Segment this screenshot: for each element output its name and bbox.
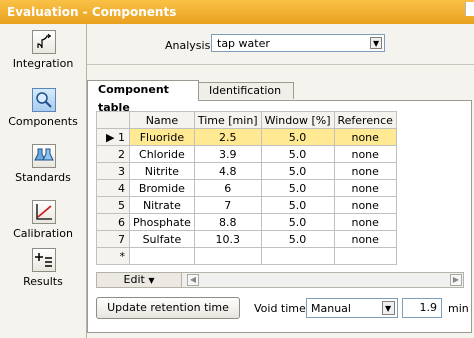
row-header[interactable]: 4 (96, 179, 130, 197)
update-retention-time-button[interactable]: Update retention time (96, 297, 240, 319)
current-row-arrow-icon: ▶ (106, 130, 115, 144)
horizontal-scrollbar[interactable]: Edit ▼ ◀ ▶ (96, 272, 464, 288)
sidebar: Integration Components Standards Calibra… (0, 24, 87, 338)
results-icon (32, 248, 56, 272)
column-header-name[interactable]: Name (129, 111, 195, 129)
analysis-dropdown[interactable]: tap water ▼ (211, 34, 385, 52)
chevron-down-icon: ▼ (148, 276, 155, 285)
cell-name[interactable]: Phosphate (129, 213, 195, 231)
component-table[interactable]: Name Time [min] Window [%] Reference ▶ 1… (96, 111, 397, 265)
row-header[interactable]: 5 (96, 196, 130, 214)
table-row[interactable]: 2 Chloride 3.9 5.0 none (96, 145, 397, 163)
window-title: Evaluation - Components (7, 5, 177, 19)
cell-window[interactable]: 5.0 (260, 179, 335, 197)
sidebar-item-standards[interactable]: Standards (0, 138, 86, 198)
separator (87, 64, 474, 65)
cell-reference[interactable]: none (333, 213, 397, 231)
cell-window[interactable]: 5.0 (260, 230, 335, 248)
column-header-window[interactable]: Window [%] (260, 111, 335, 129)
row-header[interactable]: 6 (96, 213, 130, 231)
new-row-marker[interactable]: * (96, 247, 130, 265)
component-table-panel: Name Time [min] Window [%] Reference ▶ 1… (87, 100, 472, 333)
cell-reference[interactable]: none (333, 179, 397, 197)
chevron-down-icon[interactable]: ▼ (382, 301, 395, 315)
cell-name[interactable]: Nitrate (129, 196, 195, 214)
tab-component-table[interactable]: Component table (87, 80, 199, 114)
cell-window[interactable]: 5.0 (260, 128, 335, 146)
table-row[interactable]: 4 Bromide 6 5.0 none (96, 179, 397, 197)
sidebar-item-label: Integration (12, 57, 74, 70)
cell-window[interactable]: 5.0 (260, 213, 335, 231)
tab-identification[interactable]: Identification (198, 82, 294, 99)
cell-time[interactable]: 4.8 (193, 162, 262, 180)
cell-name[interactable]: Chloride (129, 145, 195, 163)
sidebar-item-label: Results (23, 275, 63, 288)
row-header[interactable]: 7 (96, 230, 130, 248)
cell-name[interactable]: Nitrite (129, 162, 195, 180)
cell-time[interactable]: 7 (193, 196, 262, 214)
sidebar-item-results[interactable]: Results (0, 242, 86, 302)
cell-reference[interactable]: none (333, 230, 397, 248)
table-row[interactable]: 6 Phosphate 8.8 5.0 none (96, 213, 397, 231)
table-row[interactable]: 7 Sulfate 10.3 5.0 none (96, 230, 397, 248)
cell-reference[interactable]: none (333, 128, 397, 146)
analysis-value: tap water (217, 37, 270, 50)
void-time-mode-dropdown[interactable]: Manual ▼ (306, 298, 398, 318)
table-row[interactable]: 5 Nitrate 7 5.0 none (96, 196, 397, 214)
void-time-input[interactable]: 1.9 (402, 298, 442, 318)
window-corner-control[interactable] (465, 2, 474, 16)
sidebar-item-label: Components (8, 115, 78, 128)
void-time-mode-value: Manual (311, 302, 351, 315)
cell-window[interactable]: 5.0 (260, 196, 335, 214)
title-bar: Evaluation - Components (0, 0, 474, 25)
table-row[interactable]: 3 Nitrite 4.8 5.0 none (96, 162, 397, 180)
calibration-icon (32, 200, 56, 224)
row-header[interactable]: 3 (96, 162, 130, 180)
bottom-controls: Update retention time Void time Manual ▼… (96, 297, 469, 321)
scroll-left-arrow-icon[interactable]: ◀ (187, 274, 199, 286)
integration-icon (32, 30, 56, 54)
components-panel: Analysis tap water ▼ Component table Ide… (87, 24, 474, 338)
cell-window[interactable]: 5.0 (260, 162, 335, 180)
cell-time[interactable]: 8.8 (193, 213, 262, 231)
column-header-reference[interactable]: Reference (333, 111, 397, 129)
table-header-row: Name Time [min] Window [%] Reference (96, 111, 397, 129)
cell-name[interactable]: Sulfate (129, 230, 195, 248)
cell-time[interactable]: 10.3 (193, 230, 262, 248)
cell-name[interactable]: Bromide (129, 179, 195, 197)
cell-reference[interactable] (333, 247, 397, 265)
row-header[interactable]: ▶ 1 (96, 128, 130, 146)
edit-menu-button[interactable]: Edit ▼ (97, 273, 182, 287)
cell-time[interactable]: 6 (193, 179, 262, 197)
sidebar-item-integration[interactable]: Integration (0, 24, 86, 84)
cell-window[interactable] (260, 247, 335, 265)
cell-reference[interactable]: none (333, 196, 397, 214)
scroll-right-arrow-icon[interactable]: ▶ (450, 274, 462, 286)
components-icon (32, 88, 56, 112)
void-time-unit: min (448, 302, 469, 315)
chevron-down-icon[interactable]: ▼ (370, 37, 382, 49)
sidebar-item-components[interactable]: Components (0, 82, 86, 142)
void-time-label: Void time (254, 302, 306, 315)
analysis-label: Analysis (165, 39, 211, 52)
standards-icon (32, 144, 56, 168)
sidebar-item-label: Calibration (13, 227, 73, 240)
cell-reference[interactable]: none (333, 162, 397, 180)
cell-time[interactable] (193, 247, 262, 265)
evaluation-window: Evaluation - Components Integration Comp… (0, 0, 474, 338)
cell-name[interactable] (129, 247, 195, 265)
table-row[interactable]: ▶ 1 Fluoride 2.5 5.0 none (96, 128, 397, 146)
column-header-time[interactable]: Time [min] (193, 111, 262, 129)
new-row[interactable]: * (96, 247, 397, 265)
sidebar-item-label: Standards (15, 171, 71, 184)
cell-time[interactable]: 3.9 (193, 145, 262, 163)
cell-reference[interactable]: none (333, 145, 397, 163)
cell-name[interactable]: Fluoride (129, 128, 195, 146)
row-header[interactable]: 2 (96, 145, 130, 163)
cell-time[interactable]: 2.5 (193, 128, 262, 146)
cell-window[interactable]: 5.0 (260, 145, 335, 163)
